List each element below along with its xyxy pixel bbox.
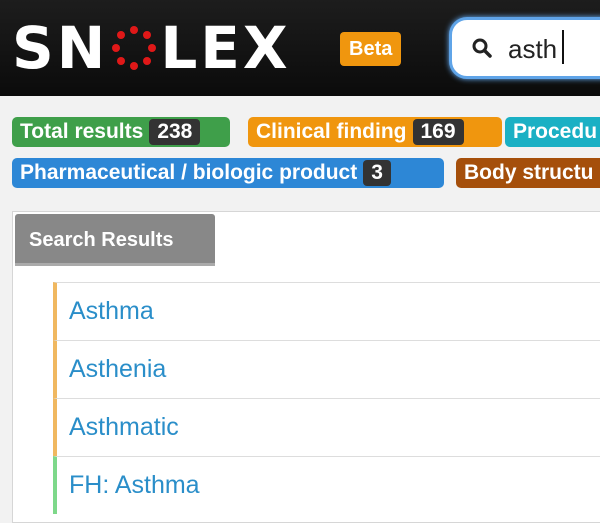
- badge-procedure[interactable]: Procedu: [505, 117, 600, 147]
- search-input[interactable]: [508, 30, 600, 68]
- badge-pharmaceutical-product[interactable]: Pharmaceutical / biologic product 3: [12, 158, 444, 188]
- logo-ring-icon: [112, 26, 157, 70]
- result-link[interactable]: Asthma: [69, 297, 154, 326]
- results-list: Asthma Asthenia Asthmatic FH: Asthma: [53, 282, 600, 514]
- badge-label: Clinical finding: [256, 120, 407, 143]
- list-item[interactable]: FH: Asthma: [53, 456, 600, 514]
- list-item[interactable]: Asthenia: [53, 340, 600, 398]
- snolex-logo[interactable]: SN LEX: [12, 17, 291, 79]
- search-icon: [472, 38, 492, 58]
- beta-badge: Beta: [340, 32, 402, 66]
- badge-body-structure[interactable]: Body structu: [456, 158, 600, 188]
- badge-label: Body structu: [464, 161, 594, 184]
- list-item[interactable]: Asthmatic: [53, 398, 600, 456]
- results-panel: Search Results Asthma Asthenia Asthmatic…: [12, 211, 600, 523]
- tab-search-results[interactable]: Search Results: [15, 214, 215, 266]
- list-item[interactable]: Asthma: [53, 282, 600, 340]
- badge-count: 238: [149, 119, 201, 145]
- badge-total-results[interactable]: Total results 238: [12, 117, 230, 147]
- badge-count: 3: [363, 160, 391, 186]
- badge-label: Pharmaceutical / biologic product: [20, 161, 358, 184]
- badge-label: Total results: [20, 120, 144, 143]
- result-link[interactable]: FH: Asthma: [69, 471, 200, 500]
- text-caret: [562, 30, 564, 64]
- search-box[interactable]: [449, 17, 600, 79]
- result-link[interactable]: Asthmatic: [69, 413, 179, 442]
- badge-label: Procedu: [513, 120, 598, 143]
- top-header: SN LEX Beta: [0, 0, 600, 96]
- badge-count: 169: [412, 119, 464, 145]
- badge-clinical-finding[interactable]: Clinical finding 169: [248, 117, 502, 147]
- result-link[interactable]: Asthenia: [69, 355, 166, 384]
